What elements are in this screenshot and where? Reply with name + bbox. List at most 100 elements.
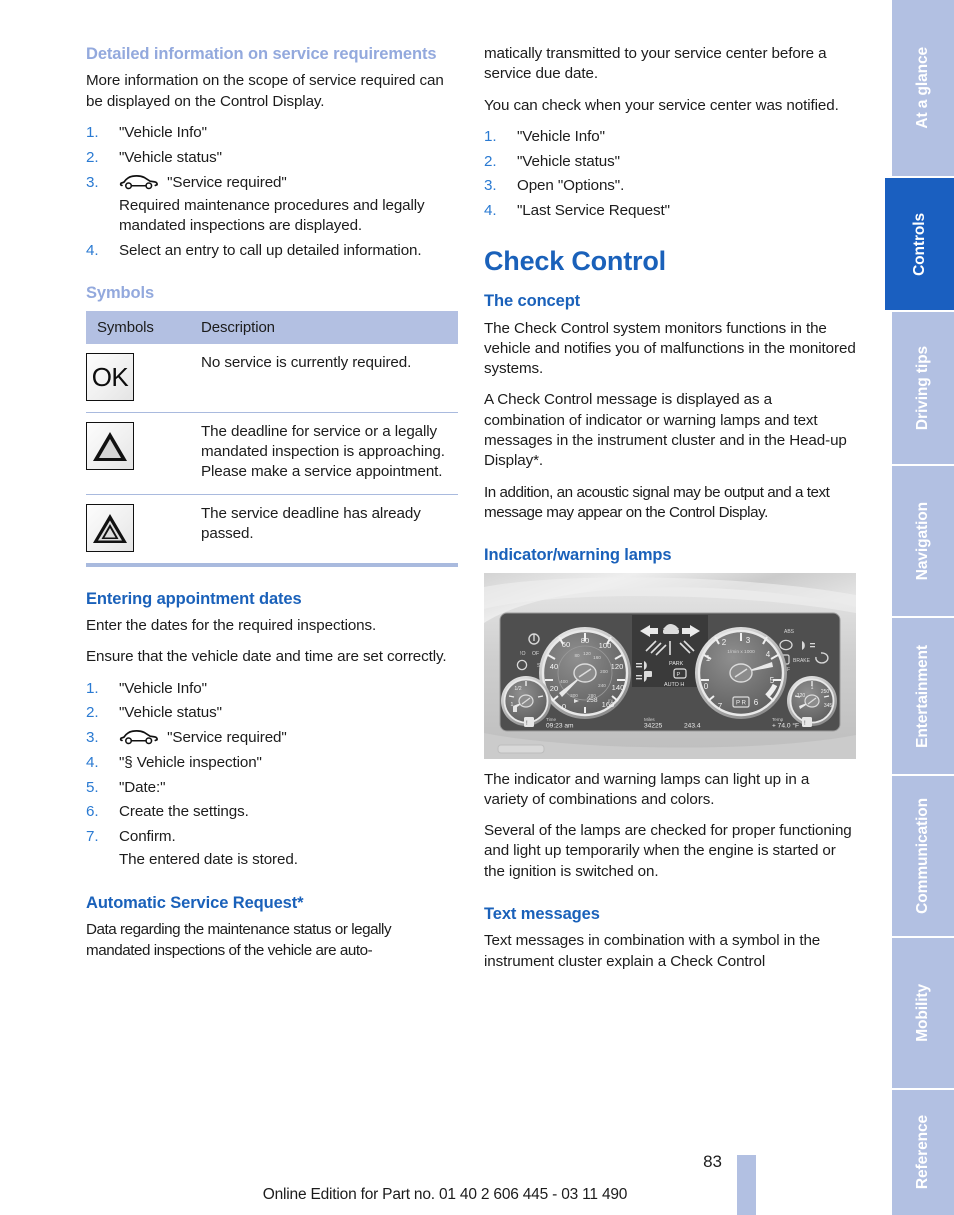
svg-text:0: 0 <box>562 702 566 711</box>
edition-note: Online Edition for Part no. 01 40 2 606 … <box>262 1186 628 1203</box>
step-text: "Last Service Request" <box>517 202 670 220</box>
svg-text:40: 40 <box>550 662 558 671</box>
steps-appointment-dates: 1. "Vehicle Info" 2. "Vehicle status" 3. <box>86 679 458 871</box>
cell-symbol <box>86 411 190 494</box>
svg-text:ABS: ABS <box>784 629 795 635</box>
tab-navigation[interactable]: Navigation <box>892 466 954 616</box>
svg-text:20: 20 <box>550 684 558 693</box>
ok-label: OK <box>91 361 129 392</box>
step-text: Open "Options". <box>517 177 625 195</box>
step-number: 4. <box>86 753 99 771</box>
step-number: 1. <box>484 127 497 145</box>
svg-text:4: 4 <box>766 650 771 659</box>
tab-at-a-glance[interactable]: At a glance <box>892 0 954 176</box>
step-number: 3. <box>86 173 99 191</box>
step-text: "Date:" <box>119 778 166 796</box>
tab-mobility[interactable]: Mobility <box>892 938 954 1088</box>
table-row: The deadline for service or a legally ma… <box>86 411 458 494</box>
step-substep: Required maintenance procedures and lega… <box>119 196 425 235</box>
tab-driving-tips[interactable]: Driving tips <box>892 312 954 464</box>
car-icon <box>119 728 159 745</box>
svg-text:34225: 34225 <box>644 722 663 729</box>
paragraph-check-notified: You can check when your service center w… <box>484 96 839 114</box>
svg-text:80: 80 <box>574 653 580 658</box>
heading-indicator-warning-lamps: Indicator/warning lamps <box>484 546 672 565</box>
step-number: 2. <box>86 148 99 166</box>
paragraph-lamps-2: Several of the lamps are checked for pro… <box>484 822 852 880</box>
list-item: 7. Confirm. The entered date is stored. <box>86 827 458 871</box>
svg-text:140: 140 <box>612 683 625 692</box>
warning-triangle-icon <box>86 421 134 470</box>
tab-label: Mobility <box>914 984 932 1042</box>
svg-text:P: P <box>677 672 681 678</box>
svg-text:Time: Time <box>546 717 556 722</box>
svg-text:Temp: Temp <box>772 717 784 722</box>
paragraph-concept-1: The Check Control system monitors functi… <box>484 319 856 378</box>
ok-badge-icon: OK <box>86 352 134 401</box>
column-header-description: Description <box>190 310 458 344</box>
svg-text:6: 6 <box>754 698 759 707</box>
instrument-cluster-figure: PARK P AUTO H !OOF SHIFT ABS <box>484 572 856 759</box>
svg-text:09:23 am: 09:23 am <box>546 722 574 729</box>
tab-reference[interactable]: Reference <box>892 1090 954 1215</box>
steps-last-service-request: 1. "Vehicle Info" 2. "Vehicle status" 3.… <box>484 127 856 222</box>
symbols-table: Symbols Description OK No service is cur… <box>86 310 458 567</box>
paragraph-service-intro: More information on the scope of service… <box>86 72 444 110</box>
tab-label: At a glance <box>914 47 932 129</box>
cell-description: The service deadline has already passed. <box>190 493 458 567</box>
step-text: "Vehicle Info" <box>517 127 605 145</box>
cell-symbol: OK <box>86 344 190 413</box>
svg-text:160: 160 <box>593 655 601 660</box>
step-text: "Vehicle status" <box>517 152 620 170</box>
svg-text:60: 60 <box>562 640 570 649</box>
svg-text:3: 3 <box>746 636 751 645</box>
step-number: 5. <box>86 778 99 796</box>
paragraph-lamps-1: The indicator and warning lamps can ligh… <box>484 770 810 808</box>
heading-the-concept: The concept <box>484 292 581 311</box>
svg-text:BRAKE: BRAKE <box>793 658 811 664</box>
svg-text:250: 250 <box>821 689 830 695</box>
step-text: Confirm. <box>119 828 176 846</box>
double-warning-triangle-icon <box>86 503 134 552</box>
list-item: 1. "Vehicle Info" <box>484 127 856 147</box>
paragraph-concept-2: A Check Control message is displayed as … <box>484 391 847 470</box>
page-number: 83 <box>703 1152 722 1171</box>
tab-controls[interactable]: Controls <box>885 178 954 310</box>
left-column: Detailed information on service requirem… <box>86 44 458 972</box>
step-number: 1. <box>86 124 99 142</box>
page-marker-bar <box>737 1155 756 1215</box>
tab-communication[interactable]: Communication <box>892 776 954 936</box>
cell-symbol <box>86 493 190 567</box>
table-body: OK No service is currently required. The… <box>86 344 458 567</box>
step-text: Create the settings. <box>119 803 249 821</box>
svg-text:OF: OF <box>532 651 539 657</box>
tab-label: Reference <box>914 1115 932 1190</box>
list-item: 5. "Date:" <box>86 778 458 798</box>
column-header-symbols: Symbols <box>86 310 190 344</box>
list-item: 3. "Service required" Required maintenan… <box>86 173 458 237</box>
paragraph-auto-request: Data regarding the maintenance status or… <box>86 921 392 959</box>
heading-entering-appointment-dates: Entering appointment dates <box>86 589 302 608</box>
step-number: 3. <box>86 729 99 747</box>
table-row: The service deadline has already passed. <box>86 493 458 567</box>
svg-text:PARK: PARK <box>669 661 684 667</box>
svg-text:mi: mi <box>608 698 613 703</box>
steps-detailed-info: 1. "Vehicle Info" 2. "Vehicle status" 3. <box>86 123 458 261</box>
svg-text:+ 74.0 °F: + 74.0 °F <box>772 721 799 729</box>
list-item: 4. "§ Vehicle inspection" <box>86 753 458 773</box>
table-row: OK No service is currently required. <box>86 344 458 413</box>
svg-text:7: 7 <box>718 702 723 711</box>
step-number: 1. <box>86 679 99 697</box>
step-number: 2. <box>484 152 497 170</box>
svg-text:!O: !O <box>520 651 525 657</box>
step-substep: The entered date is stored. <box>119 851 298 869</box>
svg-text:2: 2 <box>722 638 727 647</box>
step-text: "Vehicle status" <box>119 704 222 722</box>
list-item: 3. Open "Options". <box>484 176 856 196</box>
heading-detailed-service-info: Detailed information on service requirem… <box>86 45 437 63</box>
svg-text:1: 1 <box>706 654 711 663</box>
svg-text:240: 240 <box>598 683 606 688</box>
tab-entertainment[interactable]: Entertainment <box>892 618 954 774</box>
paragraph-appointments-1: Enter the dates for the required inspect… <box>86 616 377 634</box>
table-header-row: Symbols Description <box>86 310 458 344</box>
